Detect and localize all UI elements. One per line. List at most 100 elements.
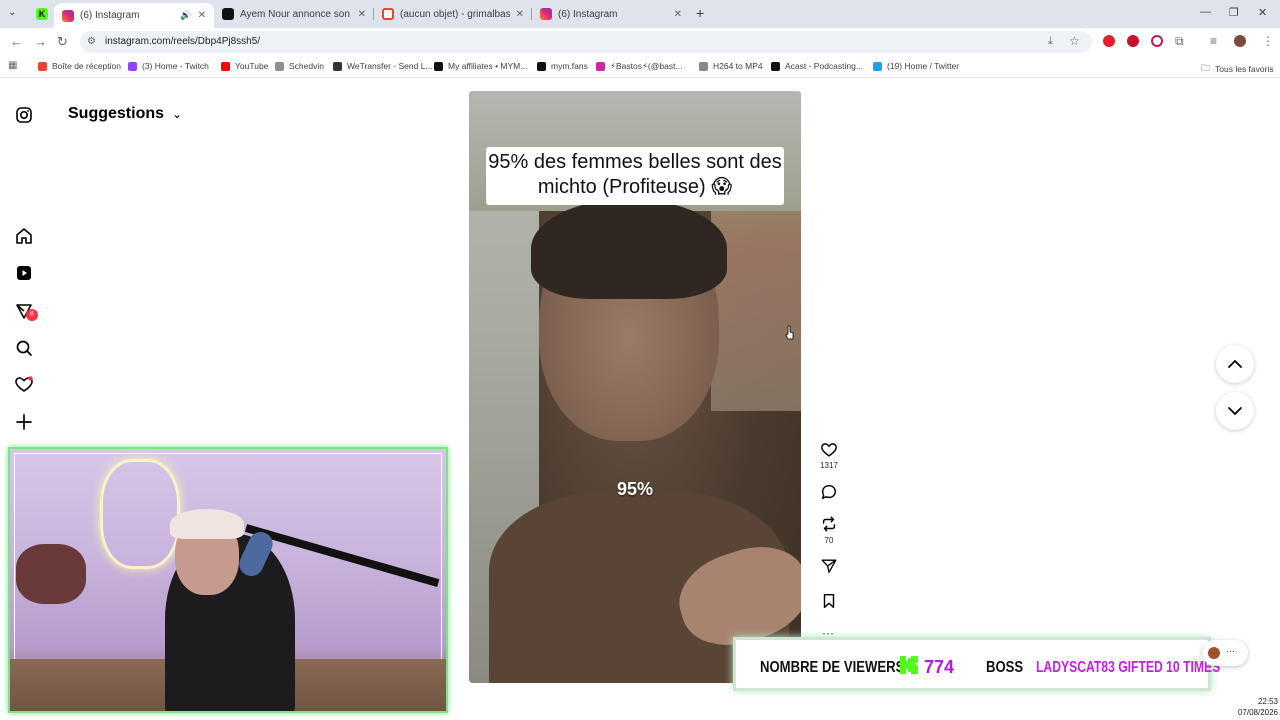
bookmark-star-icon[interactable]: ☆ xyxy=(1069,34,1080,48)
messages-bubble[interactable]: ··· xyxy=(1202,640,1248,666)
close-tab-icon[interactable]: ✕ xyxy=(516,9,524,20)
instagram-icon xyxy=(540,8,552,20)
reading-list-icon[interactable]: ≡ xyxy=(1210,34,1217,48)
close-window-icon[interactable]: ✕ xyxy=(1258,6,1267,19)
menu-kebab-icon[interactable]: ⋮ xyxy=(1262,34,1274,48)
bookmark-item[interactable]: Acast - Podcasting... xyxy=(771,61,863,71)
chevron-down-icon xyxy=(1228,407,1242,415)
repost-count: 70 xyxy=(824,536,834,545)
comment-icon[interactable] xyxy=(820,483,838,501)
forward-icon[interactable]: → xyxy=(34,35,47,49)
tab-kick[interactable]: K xyxy=(28,2,54,26)
back-icon[interactable]: ← xyxy=(10,35,23,49)
bookmark-item[interactable]: Boîte de réception xyxy=(38,61,121,71)
previous-reel-button[interactable] xyxy=(1216,345,1254,383)
bookmark-item[interactable]: WeTransfer - Send L... xyxy=(333,61,433,71)
bookmark-label: mym.fans xyxy=(551,61,588,71)
like-count: 1317 xyxy=(820,461,838,470)
tab-tiktok[interactable]: Ayem Nour annonce son arrivé... ✕ xyxy=(214,2,374,26)
heart-notifications-icon[interactable] xyxy=(14,375,34,395)
boss-label: BOSS xyxy=(986,659,1024,676)
next-reel-button[interactable] xyxy=(1216,392,1254,430)
tab-title: (aucun objet) - grimalbastien@... xyxy=(400,8,510,20)
save-bookmark-icon[interactable] xyxy=(820,592,838,610)
tab-gmail[interactable]: (aucun objet) - grimalbastien@... ✕ xyxy=(374,2,532,26)
tab-title: (6) Instagram xyxy=(558,8,618,20)
chevron-up-icon xyxy=(1228,360,1242,368)
apps-grid-icon[interactable]: ▦ xyxy=(8,60,17,71)
webcam-person-hair xyxy=(170,509,244,539)
tab-search-chevron-icon[interactable]: ⌄ xyxy=(8,7,16,18)
reel-video[interactable]: 95% des femmes belles sont des michto (P… xyxy=(469,91,801,683)
bookmark-item[interactable]: (19) Home / Twitter xyxy=(873,61,959,71)
opera-extension-icon[interactable] xyxy=(1127,35,1139,47)
bookmark-item[interactable]: mym.fans xyxy=(537,61,588,71)
like-heart-icon[interactable] xyxy=(820,441,838,459)
chat-avatar xyxy=(1208,647,1220,659)
all-bookmarks-label: Tous les favoris xyxy=(1215,64,1274,74)
install-app-icon[interactable]: ⤓ xyxy=(1048,35,1053,48)
bookmark-favicon-icon xyxy=(596,62,605,71)
video-person-hair xyxy=(531,199,727,299)
block-extension-icon[interactable] xyxy=(1151,35,1163,47)
stream-viewers-banner: NOMBRE DE VIEWERS 774 BOSS LADYSCAT83 GI… xyxy=(733,637,1220,691)
clock-date: 07/08/2026 xyxy=(1237,708,1278,717)
bookmark-label: Boîte de réception xyxy=(52,61,121,71)
bookmark-favicon-icon xyxy=(537,61,546,71)
bookmark-favicon-icon xyxy=(128,61,137,71)
neon-sign xyxy=(100,459,180,569)
adblock-extension-icon[interactable] xyxy=(1103,35,1115,47)
bookmark-item[interactable]: (3) Home - Twitch xyxy=(128,61,209,71)
all-bookmarks-folder[interactable]: 🗀 Tous les favoris xyxy=(1201,61,1274,77)
instagram-icon xyxy=(62,9,74,22)
repost-icon[interactable] xyxy=(820,515,838,533)
notification-badge: 6 xyxy=(26,309,38,321)
profile-avatar[interactable] xyxy=(1234,35,1246,47)
bookmark-label: H264 to MP4 xyxy=(713,61,763,71)
reels-icon[interactable] xyxy=(14,263,34,283)
bookmark-item[interactable]: YouTube xyxy=(221,61,268,71)
minimize-icon[interactable]: — xyxy=(1200,6,1211,18)
viewers-label: NOMBRE DE VIEWERS xyxy=(760,659,905,676)
create-plus-icon[interactable] xyxy=(14,412,34,432)
more-icon: ··· xyxy=(1226,646,1235,656)
kick-icon: K xyxy=(36,8,48,20)
share-send-icon[interactable] xyxy=(820,557,838,575)
speaker-icon[interactable]: 🔊 xyxy=(180,10,191,21)
new-tab-icon[interactable]: + xyxy=(696,5,704,21)
tab-instagram[interactable]: (6) Instagram ✕ xyxy=(532,2,690,26)
site-info-icon[interactable]: ⚙ xyxy=(87,36,96,47)
bookmark-favicon-icon xyxy=(699,61,708,71)
reload-icon[interactable]: ↻ xyxy=(57,35,68,49)
tiktok-icon xyxy=(222,8,234,20)
bookmark-label: (3) Home - Twitch xyxy=(142,61,209,71)
reel-overlay-text: 95% xyxy=(616,479,654,499)
kick-logo-icon xyxy=(900,656,918,674)
close-tab-icon[interactable]: ✕ xyxy=(358,9,366,20)
home-icon[interactable] xyxy=(14,226,34,246)
bookmark-label: (19) Home / Twitter xyxy=(887,61,960,71)
bookmark-item[interactable]: H264 to MP4 xyxy=(699,61,763,71)
bookmark-label: WeTransfer - Send L... xyxy=(347,61,433,71)
bookmark-favicon-icon xyxy=(873,61,882,71)
bookmark-favicon-icon xyxy=(38,61,47,71)
bookmark-item[interactable]: ⚡Bastos⚡(@bast... xyxy=(596,61,683,72)
bookmark-item[interactable]: My affiliates • MYM... xyxy=(434,61,527,71)
search-icon[interactable] xyxy=(14,338,34,358)
folder-icon: 🗀 xyxy=(1201,63,1211,73)
tab-instagram-active[interactable]: (6) Instagram 🔊 ✕ xyxy=(54,3,214,28)
suggestions-label: Suggestions xyxy=(68,105,165,122)
suggestions-dropdown[interactable]: Suggestions ⌄ xyxy=(68,105,182,123)
extensions-puzzle-icon[interactable]: ⧉ xyxy=(1175,34,1184,49)
bookmark-favicon-icon xyxy=(434,61,443,71)
restore-icon[interactable]: ❐ xyxy=(1229,6,1239,19)
instagram-logo-icon[interactable] xyxy=(14,105,34,125)
url-text[interactable]: instagram.com/reels/Dbp4Pj8ssh5/ xyxy=(105,36,260,47)
tab-title: Ayem Nour annonce son arrivé... xyxy=(240,8,352,20)
bookmark-item[interactable]: Schedvin xyxy=(275,61,324,71)
bookmark-favicon-icon xyxy=(275,61,284,71)
close-tab-icon[interactable]: ✕ xyxy=(674,9,682,20)
bookmark-label: ⚡Bastos⚡(@bast... xyxy=(610,61,683,71)
close-tab-icon[interactable]: ✕ xyxy=(198,10,206,21)
viewers-count: 774 xyxy=(924,657,955,677)
